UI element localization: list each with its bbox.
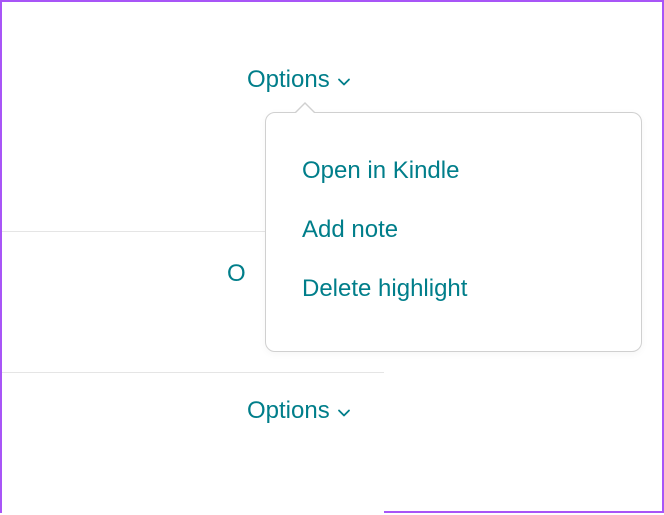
- divider: [2, 372, 384, 373]
- options-label-fragment: O: [227, 260, 246, 287]
- options-label: Options: [247, 66, 330, 94]
- options-trigger-partial[interactable]: O: [227, 260, 246, 288]
- options-trigger[interactable]: Options: [247, 397, 351, 425]
- menu-item-label: Delete highlight: [302, 275, 467, 302]
- menu-item-label: Open in Kindle: [302, 157, 459, 184]
- dropdown-arrow: [294, 102, 316, 113]
- options-trigger[interactable]: Options: [247, 66, 351, 94]
- menu-item-add-note[interactable]: Add note: [266, 200, 641, 259]
- menu-item-open-in-kindle[interactable]: Open in Kindle: [266, 141, 641, 200]
- options-dropdown-menu: Open in Kindle Add note Delete highlight: [265, 112, 642, 352]
- options-label: Options: [247, 397, 330, 425]
- menu-item-delete-highlight[interactable]: Delete highlight: [266, 259, 641, 318]
- chevron-down-icon: [337, 406, 351, 420]
- chevron-down-icon: [337, 75, 351, 89]
- menu-item-label: Add note: [302, 216, 398, 243]
